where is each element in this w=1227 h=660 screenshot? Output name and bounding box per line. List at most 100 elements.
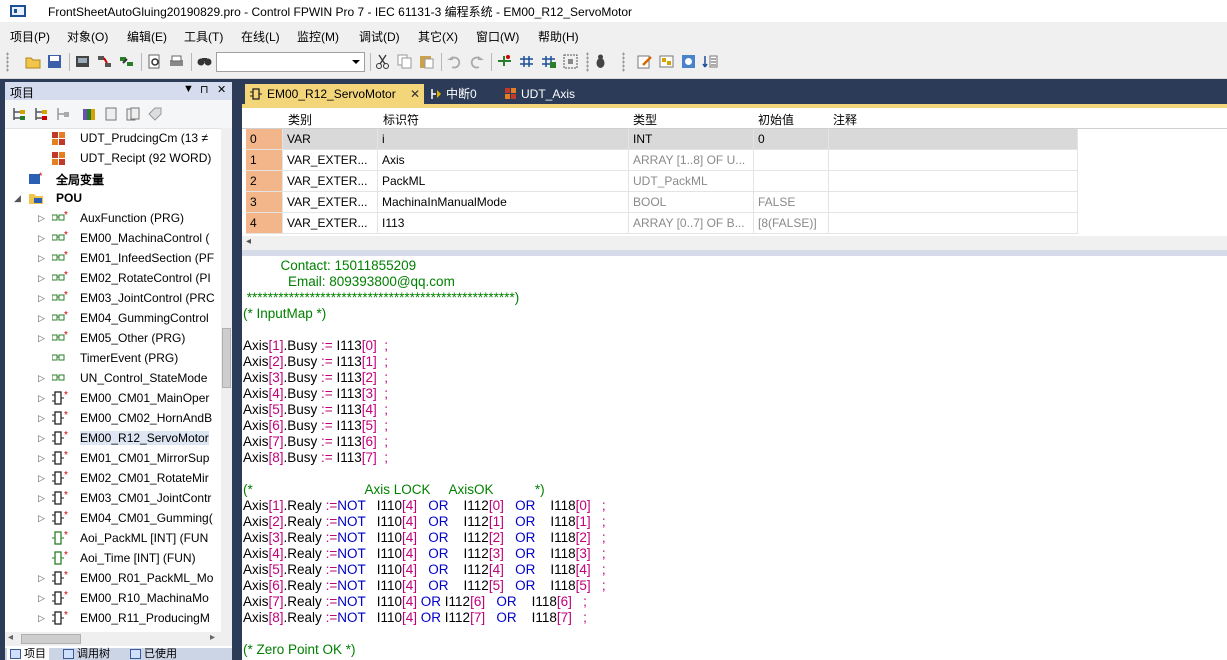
expand-icon[interactable]: ▷ bbox=[38, 413, 45, 424]
expand-icon[interactable]: ▷ bbox=[38, 473, 45, 484]
tree-item[interactable]: ▷ * EM00_R11_ProducingM bbox=[5, 608, 221, 628]
menu-item-9[interactable]: 帮助(H) bbox=[538, 28, 579, 45]
expand-icon[interactable]: ▷ bbox=[38, 213, 45, 224]
scroll-left-icon[interactable]: ◂ bbox=[246, 236, 251, 247]
table-cell-comment[interactable] bbox=[829, 192, 1078, 213]
expand-icon[interactable]: ▷ bbox=[38, 273, 45, 284]
tree-item[interactable]: * Aoi_Time [INT] (FUN) bbox=[5, 548, 221, 568]
expand-icon[interactable]: ▷ bbox=[38, 513, 45, 524]
build-icon[interactable] bbox=[96, 53, 113, 70]
redo-icon[interactable] bbox=[468, 53, 485, 70]
scrollbar-thumb[interactable] bbox=[222, 328, 231, 388]
table-cell-comment[interactable] bbox=[829, 213, 1078, 234]
menu-item-4[interactable]: 在线(L) bbox=[241, 28, 280, 45]
table-cell-type[interactable]: BOOL bbox=[629, 192, 754, 213]
undo-icon[interactable] bbox=[446, 53, 463, 70]
menu-item-1[interactable]: 对象(O) bbox=[67, 28, 108, 45]
tree-item[interactable]: ▷ * EM00_R10_MachinaMo bbox=[5, 588, 221, 608]
table-row[interactable]: 3 VAR_EXTER... MachinaInManualMode BOOL FALS… bbox=[242, 192, 1227, 213]
monitor-icon[interactable] bbox=[702, 53, 719, 70]
tab-used[interactable]: 已使用 bbox=[127, 648, 180, 660]
menu-item-6[interactable]: 调试(D) bbox=[359, 28, 400, 45]
scrollbar-thumb[interactable] bbox=[21, 634, 81, 644]
tag-icon[interactable] bbox=[147, 106, 163, 122]
tree-item[interactable]: ▷ * EM02_RotateControl (PI bbox=[5, 268, 221, 288]
tree-item[interactable]: ▷ * AuxFunction (PRG) bbox=[5, 208, 221, 228]
menu-item-8[interactable]: 窗口(W) bbox=[476, 28, 519, 45]
scroll-right-icon[interactable]: ▸ bbox=[210, 632, 215, 643]
pin-icon[interactable]: ⊓ bbox=[200, 83, 209, 96]
network-add2-icon[interactable] bbox=[540, 53, 557, 70]
network-icon[interactable] bbox=[496, 53, 513, 70]
expand-icon[interactable]: ▷ bbox=[38, 613, 45, 624]
table-cell-comment[interactable] bbox=[829, 129, 1078, 150]
paste-icon[interactable] bbox=[418, 53, 435, 70]
tree-item[interactable]: ▷ * EM03_JointControl (PRC bbox=[5, 288, 221, 308]
table-cell-init[interactable]: 0 bbox=[754, 129, 829, 150]
code-editor[interactable]: Contact: 15011855209 Email: 809393800@qq… bbox=[242, 256, 1227, 660]
table-cell-init[interactable]: FALSE bbox=[754, 192, 829, 213]
expand-icon[interactable]: ▷ bbox=[38, 593, 45, 604]
toolbar-combobox[interactable] bbox=[216, 52, 365, 72]
book-icon[interactable] bbox=[103, 106, 119, 122]
tree-item[interactable]: ▷ * EM04_CM01_Gumming( bbox=[5, 508, 221, 528]
compile-icon[interactable] bbox=[74, 53, 91, 70]
tab-udt-axis[interactable]: UDT_Axis bbox=[500, 84, 592, 104]
table-cell-n[interactable]: 3 bbox=[246, 192, 283, 213]
collapse-icon[interactable]: ◢ bbox=[14, 193, 21, 204]
table-cell-id[interactable]: PackML bbox=[378, 171, 629, 192]
table-cell-init[interactable]: [8(FALSE)] bbox=[754, 213, 829, 234]
edit-icon[interactable] bbox=[636, 53, 653, 70]
tree-item[interactable]: ▷ * EM04_GummingControl bbox=[5, 308, 221, 328]
tree-item[interactable]: ▷ * EM02_CM01_RotateMir bbox=[5, 468, 221, 488]
download-icon[interactable] bbox=[680, 53, 697, 70]
tab-interrupt0[interactable]: 中断0 bbox=[426, 84, 494, 104]
tree-remove-icon[interactable] bbox=[55, 106, 71, 122]
print-icon[interactable] bbox=[168, 53, 185, 70]
library-icon[interactable] bbox=[81, 106, 97, 122]
table-cell-n[interactable]: 2 bbox=[246, 171, 283, 192]
table-row[interactable]: 0 VAR i INT 0 bbox=[242, 129, 1227, 150]
toolbar-grip[interactable] bbox=[586, 52, 589, 72]
tab-em00-r12-servomotor[interactable]: EM00_R12_ServoMotor ✕ bbox=[245, 84, 424, 104]
table-cell-cls[interactable]: VAR_EXTER... bbox=[283, 150, 378, 171]
table-cell-id[interactable]: Axis bbox=[378, 150, 629, 171]
tree-item[interactable]: ▷ * EM03_CM01_JointContr bbox=[5, 488, 221, 508]
table-cell-cls[interactable]: VAR bbox=[283, 129, 378, 150]
menu-item-2[interactable]: 编辑(E) bbox=[127, 28, 167, 45]
expand-icon[interactable]: ▷ bbox=[38, 453, 45, 464]
table-cell-id[interactable]: i bbox=[378, 129, 629, 150]
tree-add-icon[interactable] bbox=[11, 106, 27, 122]
network-add-icon[interactable] bbox=[518, 53, 535, 70]
toolbar-grip[interactable] bbox=[6, 52, 9, 72]
tree-vertical-scrollbar[interactable] bbox=[221, 128, 232, 632]
column-header-comment[interactable]: 注释 bbox=[833, 111, 857, 128]
find-icon[interactable] bbox=[196, 53, 213, 70]
table-cell-id[interactable]: MachinaInManualMode bbox=[378, 192, 629, 213]
expand-icon[interactable]: ▷ bbox=[38, 573, 45, 584]
tree-horizontal-scrollbar[interactable]: ◂ ▸ bbox=[5, 632, 232, 646]
scroll-left-icon[interactable]: ◂ bbox=[8, 632, 13, 643]
table-cell-cls[interactable]: VAR_EXTER... bbox=[283, 171, 378, 192]
table-cell-type[interactable]: ARRAY [0..7] OF B... bbox=[629, 213, 754, 234]
expand-icon[interactable]: ▷ bbox=[38, 433, 45, 444]
table-cell-cls[interactable]: VAR_EXTER... bbox=[283, 192, 378, 213]
column-header-identifier[interactable]: 标识符 bbox=[383, 111, 419, 128]
expand-icon[interactable]: ▷ bbox=[38, 253, 45, 264]
expand-icon[interactable]: ▷ bbox=[38, 493, 45, 504]
transfer-icon[interactable] bbox=[658, 53, 675, 70]
table-cell-type[interactable]: UDT_PackML bbox=[629, 171, 754, 192]
debug-icon[interactable] bbox=[592, 53, 609, 70]
table-cell-n[interactable]: 1 bbox=[246, 150, 283, 171]
expand-icon[interactable]: ▷ bbox=[38, 293, 45, 304]
online-icon[interactable] bbox=[118, 53, 135, 70]
grid-icon[interactable] bbox=[562, 53, 579, 70]
table-cell-comment[interactable] bbox=[829, 150, 1078, 171]
panel-menu-button[interactable]: ▼ bbox=[183, 83, 194, 95]
toolbar-grip[interactable] bbox=[622, 52, 625, 72]
tree-item[interactable]: UDT_PrudcingCm (13 ≠ bbox=[5, 128, 221, 148]
books-icon[interactable] bbox=[125, 106, 141, 122]
table-cell-cls[interactable]: VAR_EXTER... bbox=[283, 213, 378, 234]
table-cell-init[interactable] bbox=[754, 171, 829, 192]
expand-icon[interactable]: ▷ bbox=[38, 233, 45, 244]
